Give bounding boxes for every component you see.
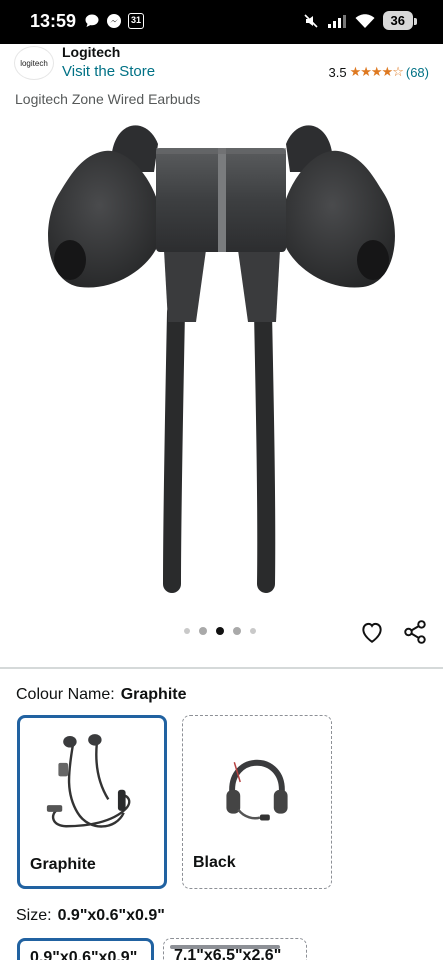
heart-icon[interactable] (359, 619, 385, 645)
colour-name-value: Graphite (120, 686, 187, 703)
size-option-selected[interactable]: 0.9"x0.6"x0.9" (17, 938, 154, 960)
brand-row: logitech Logitech Visit the Store 3.5 ★★… (0, 44, 443, 84)
status-bar: 13:59 31 36 (0, 0, 443, 44)
colour-option-black[interactable]: Black (182, 715, 332, 889)
wifi-icon (355, 13, 375, 28)
carousel-dot-active[interactable] (216, 627, 224, 635)
carousel-dot[interactable] (184, 628, 190, 634)
battery-indicator: 36 (382, 11, 418, 30)
rating-value: 3.5 (328, 64, 347, 80)
share-icon[interactable] (402, 619, 428, 645)
size-value: 0.9"x0.6"x0.9" (57, 907, 165, 924)
brand-logo-text: logitech (20, 58, 48, 68)
system-icons: 36 (303, 11, 418, 30)
chat-icon (85, 14, 99, 27)
rating-stars-icon: ★★★★☆ (349, 64, 404, 79)
messenger-icon (107, 14, 121, 28)
black-headset-thumbnail (226, 759, 288, 821)
size-label: Size: (16, 907, 52, 924)
size-row: Size: 0.9"x0.6"x0.9" (16, 907, 165, 925)
colour-option-label: Black (193, 854, 236, 871)
rating-count: (68) (405, 64, 429, 80)
carousel-dot[interactable] (233, 627, 241, 635)
calendar-icon: 31 (128, 13, 144, 29)
carousel-dot[interactable] (199, 627, 207, 635)
graphite-earbuds-thumbnail (46, 734, 131, 828)
brand-name: Logitech (62, 44, 121, 60)
colour-name-row: Colour Name: Graphite (16, 686, 187, 704)
colour-option-graphite[interactable]: Graphite (17, 715, 167, 889)
brand-logo[interactable]: logitech (14, 46, 54, 80)
size-option-label: 0.9"x0.6"x0.9" (30, 949, 138, 960)
image-carousel-pager[interactable] (184, 627, 256, 635)
visit-store-link[interactable]: Visit the Store (62, 63, 155, 80)
colour-option-label: Graphite (30, 856, 96, 873)
signal-icon (327, 14, 346, 28)
notification-icons: 31 (84, 13, 144, 29)
carousel-dot[interactable] (250, 628, 256, 634)
product-image[interactable] (0, 112, 443, 612)
mute-icon (303, 13, 318, 28)
product-title: Logitech Zone Wired Earbuds (15, 91, 201, 107)
section-divider (0, 667, 443, 669)
colour-name-label: Colour Name: (16, 686, 115, 703)
status-time: 13:59 (30, 11, 77, 31)
size-option[interactable]: 7.1"x6.5"x2.6" (163, 938, 307, 960)
rating-summary[interactable]: 3.5 ★★★★☆ (68) (329, 64, 429, 80)
unavailable-bar (170, 945, 280, 949)
